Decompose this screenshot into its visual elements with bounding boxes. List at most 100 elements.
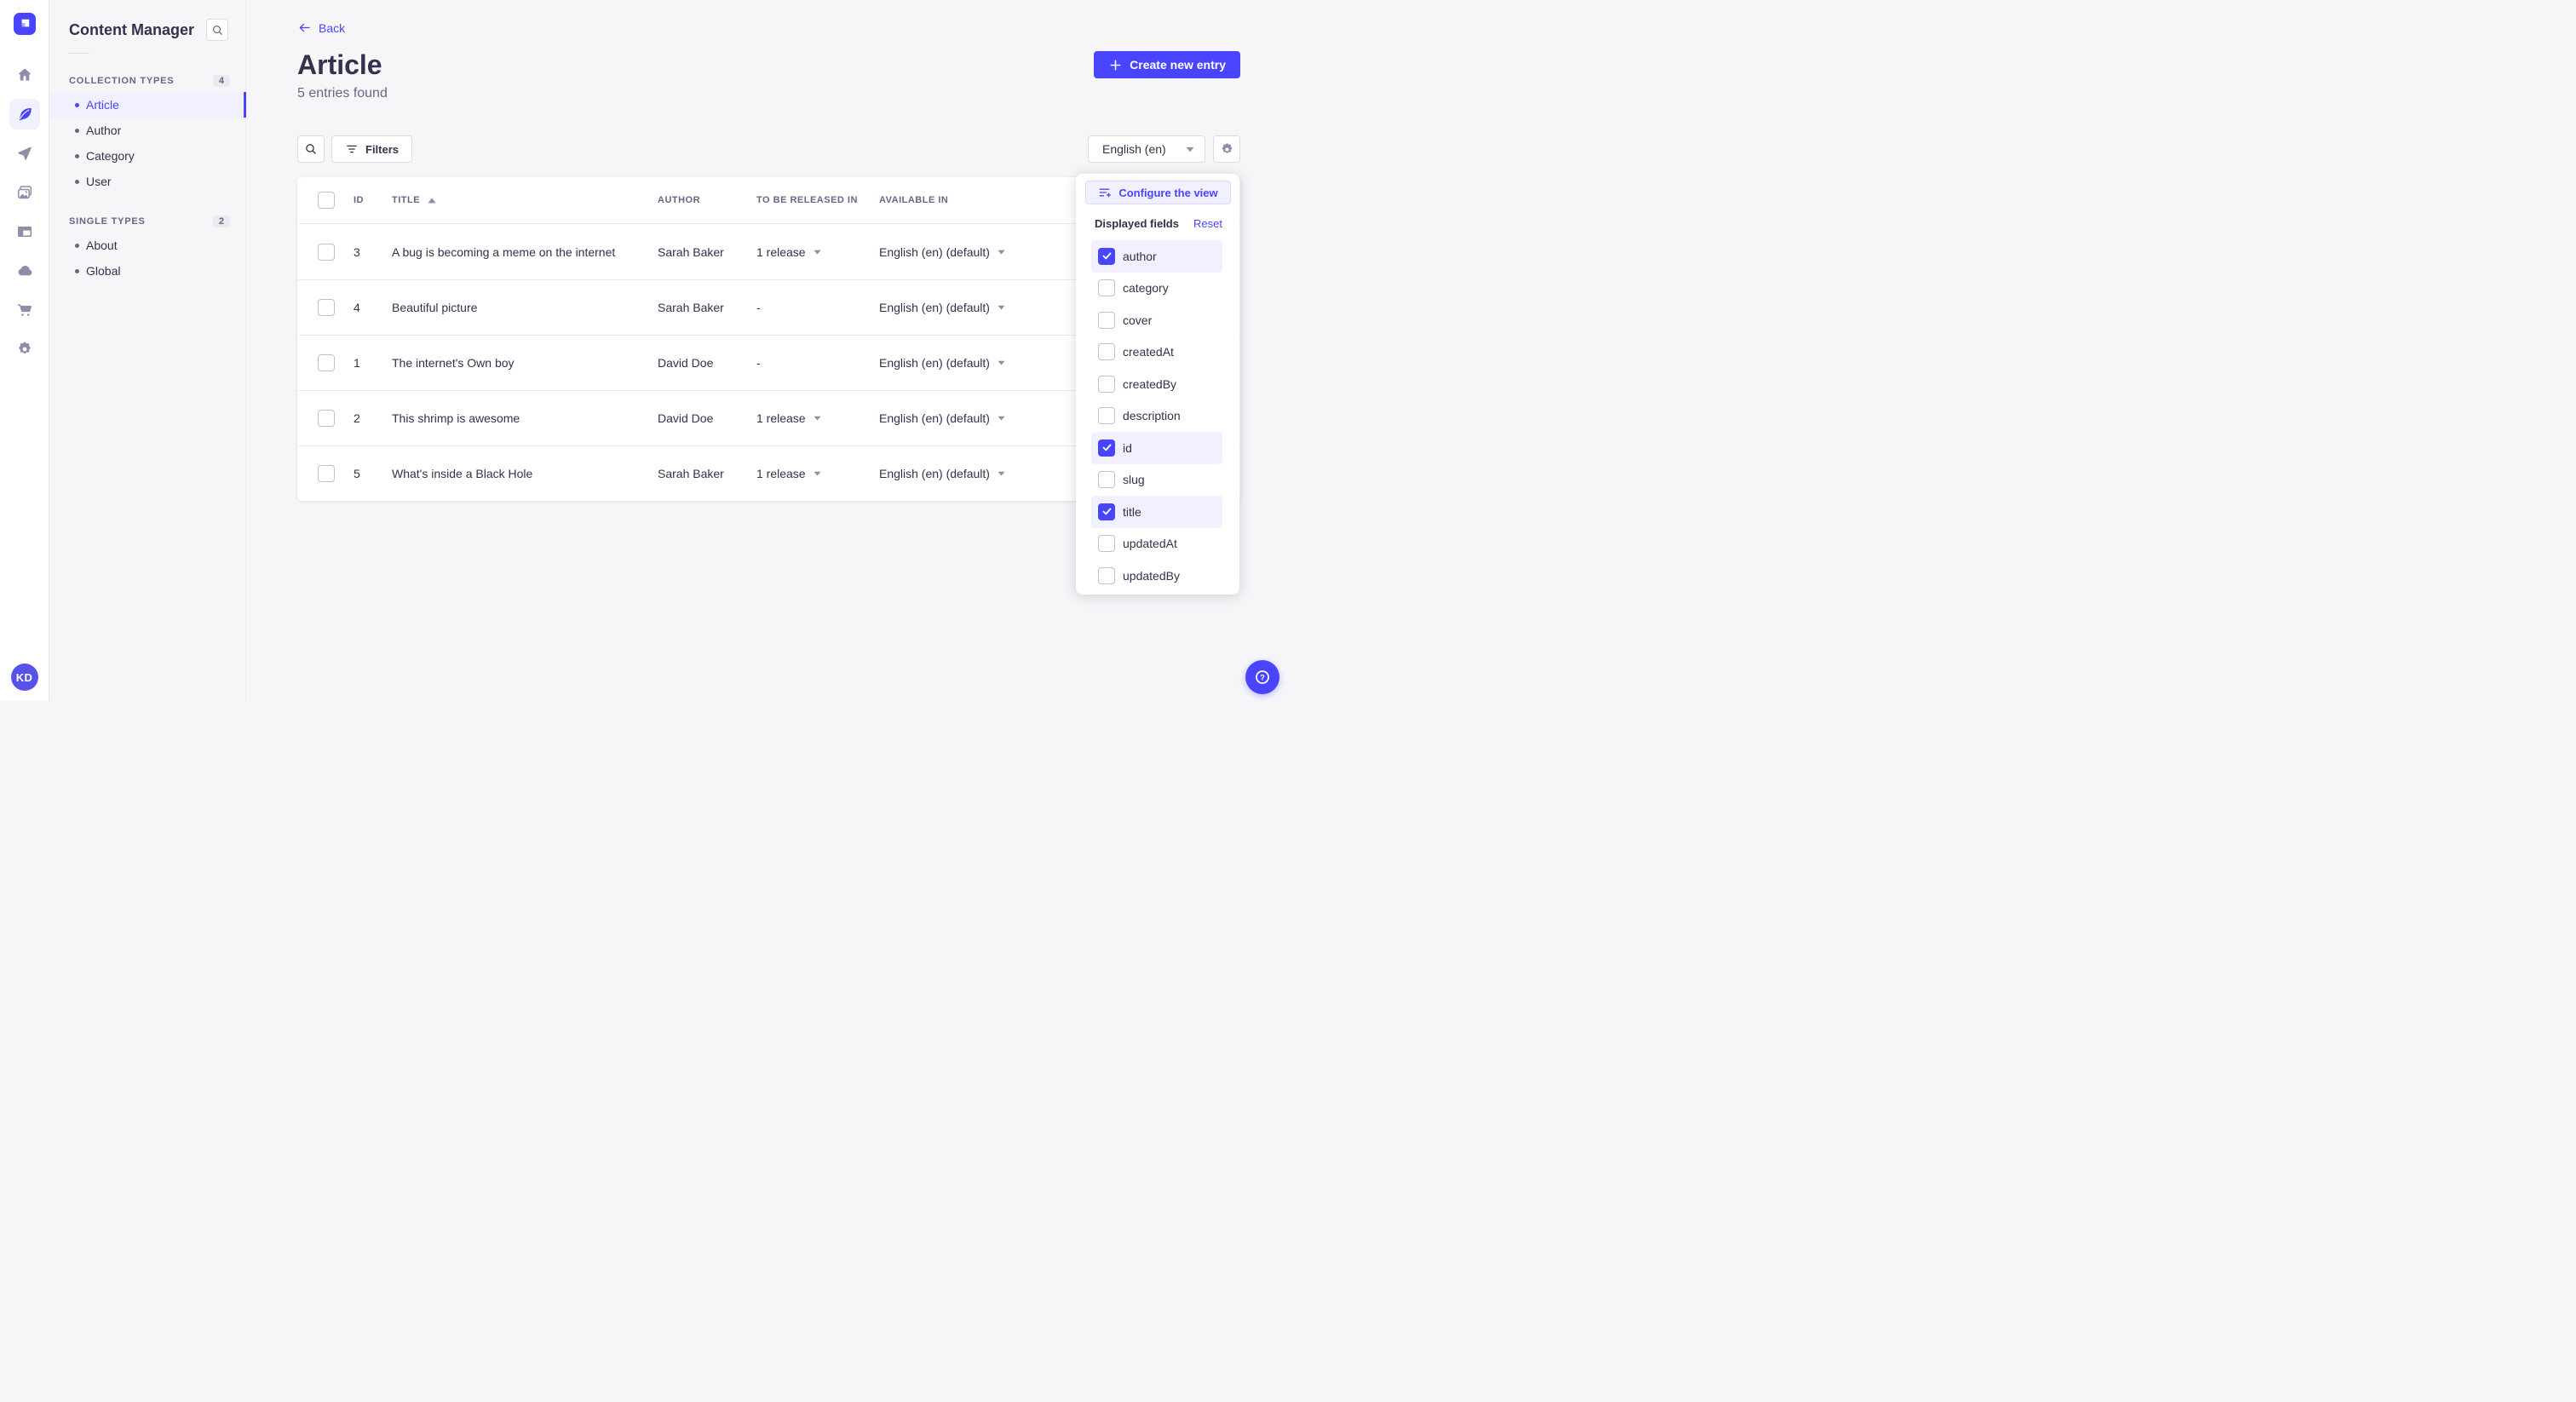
cell-title: This shrimp is awesome	[392, 411, 520, 425]
field-toggle-slug[interactable]: slug	[1091, 464, 1222, 497]
rail-item-media-library[interactable]	[9, 177, 40, 208]
sidebar-item-category[interactable]: Category	[49, 143, 245, 169]
field-toggle-author[interactable]: author	[1091, 240, 1222, 273]
select-all-checkbox[interactable]	[318, 192, 335, 209]
bullet-dot-icon	[75, 179, 79, 184]
shopping-cart-icon	[17, 304, 32, 316]
filters-button[interactable]: Filters	[331, 135, 413, 163]
column-header-label: TITLE	[392, 195, 421, 205]
cell-available-in[interactable]: English (en) (default)	[879, 301, 1005, 314]
create-entry-button[interactable]: Create new entry	[1094, 51, 1240, 78]
checkbox-unchecked-icon[interactable]	[1098, 407, 1115, 425]
media-library-icon	[17, 186, 32, 199]
search-icon	[306, 144, 316, 154]
checkbox-unchecked-icon[interactable]	[1098, 343, 1115, 361]
cell-available-in[interactable]: English (en) (default)	[879, 467, 1005, 480]
help-button[interactable]: ?	[1245, 660, 1279, 694]
checkbox-unchecked-icon[interactable]	[1098, 375, 1115, 393]
sidebar-section-label: SINGLE TYPES	[69, 216, 146, 227]
question-mark-icon: ?	[1256, 670, 1269, 684]
cell-title: The internet's Own boy	[392, 356, 515, 370]
table-search-button[interactable]	[297, 135, 325, 163]
checkbox-checked-icon[interactable]	[1098, 439, 1115, 457]
rail-item-content-manager[interactable]	[9, 99, 40, 129]
field-toggle-cover[interactable]: cover	[1091, 304, 1222, 336]
column-header-id[interactable]: ID	[354, 195, 364, 205]
configure-view-button[interactable]: Configure the view	[1085, 181, 1231, 204]
user-avatar[interactable]: KD	[10, 664, 38, 691]
locale-select[interactable]: English (en)	[1088, 135, 1205, 163]
sidebar-item-label: About	[86, 238, 118, 252]
cell-id: 5	[354, 467, 360, 480]
sidebar-item-about[interactable]: About	[49, 233, 245, 258]
bullet-dot-icon	[75, 102, 79, 107]
reset-link[interactable]: Reset	[1193, 217, 1222, 230]
column-header-available-in[interactable]: AVAILABLE IN	[879, 195, 948, 205]
field-label: slug	[1123, 473, 1145, 487]
checkbox-unchecked-icon[interactable]	[1098, 471, 1115, 489]
rail-item-deploy[interactable]	[9, 256, 40, 286]
field-label: title	[1123, 504, 1141, 519]
chevron-down-icon	[814, 250, 821, 254]
sidebar-section-count-badge: 2	[212, 215, 230, 227]
content-manager-sidebar: Content Manager COLLECTION TYPES 4 Article…	[49, 0, 246, 701]
gear-icon	[18, 342, 31, 354]
checkbox-unchecked-icon[interactable]	[1098, 279, 1115, 297]
rail-item-releases[interactable]	[9, 138, 40, 169]
cell-available-in[interactable]: English (en) (default)	[879, 245, 1005, 259]
field-toggle-description[interactable]: description	[1091, 400, 1222, 433]
sidebar-item-global[interactable]: Global	[49, 258, 245, 284]
cell-available-in[interactable]: English (en) (default)	[879, 356, 1005, 370]
chevron-down-icon	[1186, 147, 1194, 152]
row-checkbox[interactable]	[318, 299, 335, 316]
checkbox-unchecked-icon[interactable]	[1098, 311, 1115, 329]
chevron-down-icon	[998, 416, 1005, 421]
rail-item-marketplace[interactable]	[9, 295, 40, 325]
cloud-icon	[18, 265, 32, 276]
view-settings-button[interactable]	[1213, 135, 1240, 163]
field-toggle-id[interactable]: id	[1091, 432, 1222, 464]
field-label: createdBy	[1123, 376, 1177, 391]
bullet-dot-icon	[75, 243, 79, 248]
cell-to-be-released-in[interactable]: 1 release	[756, 411, 821, 425]
field-toggle-createdat[interactable]: createdAt	[1091, 336, 1222, 369]
sidebar-item-author[interactable]: Author	[49, 118, 245, 143]
cell-to-be-released-in[interactable]: 1 release	[756, 245, 821, 259]
field-toggle-title[interactable]: title	[1091, 496, 1222, 528]
checkbox-unchecked-icon[interactable]	[1098, 535, 1115, 553]
rail-item-home[interactable]	[9, 60, 40, 90]
checkbox-checked-icon[interactable]	[1098, 503, 1115, 520]
row-checkbox[interactable]	[318, 243, 335, 261]
row-checkbox[interactable]	[318, 410, 335, 427]
field-toggle-updatedat[interactable]: updatedAt	[1091, 528, 1222, 560]
rail-item-content-type-builder[interactable]	[9, 216, 40, 247]
cell-author: Sarah Baker	[658, 301, 724, 314]
rail-item-settings[interactable]	[9, 334, 40, 365]
cell-id: 1	[354, 356, 360, 370]
sidebar-item-article[interactable]: Article	[49, 92, 246, 118]
checkbox-unchecked-icon[interactable]	[1098, 566, 1115, 584]
strapi-logo-icon	[21, 19, 29, 27]
row-checkbox[interactable]	[318, 354, 335, 371]
cell-title: What's inside a Black Hole	[392, 467, 533, 480]
column-header-title[interactable]: TITLE	[392, 195, 436, 205]
field-label: category	[1123, 281, 1169, 296]
field-label: author	[1123, 249, 1157, 263]
sidebar-item-user[interactable]: User	[49, 169, 245, 194]
sidebar-section-header: SINGLE TYPES 2	[69, 215, 230, 228]
strapi-logo[interactable]	[13, 13, 36, 35]
column-header-label: AVAILABLE IN	[879, 195, 949, 205]
field-label: id	[1123, 440, 1132, 455]
field-toggle-updatedby[interactable]: updatedBy	[1091, 560, 1222, 592]
checkbox-checked-icon[interactable]	[1098, 247, 1115, 265]
cell-to-be-released-in[interactable]: 1 release	[756, 467, 821, 480]
back-link[interactable]: Back	[297, 20, 345, 35]
locale-value: English (en)	[1102, 142, 1166, 156]
field-toggle-category[interactable]: category	[1091, 273, 1222, 305]
column-header-to-be-released-in[interactable]: TO BE RELEASED IN	[756, 195, 858, 205]
sidebar-search-button[interactable]	[206, 19, 228, 41]
cell-available-in[interactable]: English (en) (default)	[879, 411, 1005, 425]
field-toggle-createdby[interactable]: createdBy	[1091, 368, 1222, 400]
row-checkbox[interactable]	[318, 465, 335, 482]
column-header-author[interactable]: AUTHOR	[658, 195, 700, 205]
